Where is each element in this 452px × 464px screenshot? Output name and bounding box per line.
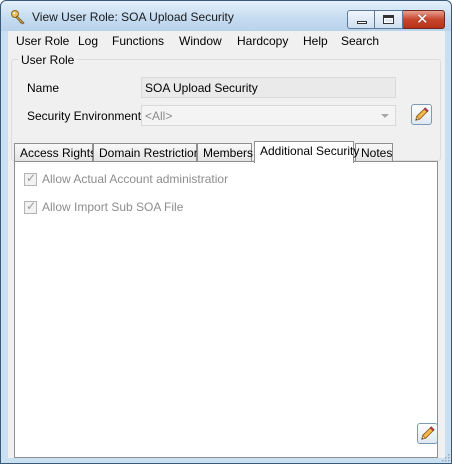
app-window: View User Role: SOA Upload Security ✕ Us… [0,0,452,464]
security-environment-value: <All> [145,109,173,123]
resize-grip-icon[interactable] [440,452,450,462]
name-field: SOA Upload Security [141,77,396,98]
minimize-icon [357,21,367,24]
pencil-icon [421,426,435,440]
key-pencil-icon [11,10,25,25]
minimize-button[interactable] [347,10,375,29]
menu-window[interactable]: Window [179,34,222,48]
security-environment-select[interactable]: <All> [141,105,396,126]
tab-access-rights[interactable]: Access Rights [14,143,96,162]
checkbox-label: Allow Actual Account administratior [42,172,229,186]
menu-hardcopy[interactable]: Hardcopy [237,34,288,48]
tab-notes[interactable]: Notes [355,143,393,162]
menu-bar: User Role Log Functions Window Hardcopy … [8,31,445,51]
tab-domain-restrictions[interactable]: Domain Restrictions [93,143,206,162]
edit-additional-security-button[interactable] [417,423,438,444]
close-icon: ✕ [416,10,429,28]
checkmark-icon: ✓ [26,171,37,185]
chevron-down-icon [381,114,389,118]
close-button[interactable]: ✕ [403,10,445,29]
additional-security-panel: ✓ Allow Actual Account administratior ✓ … [14,161,438,458]
allow-actual-account-admin-checkbox[interactable]: ✓ [24,171,37,186]
allow-import-sub-soa-file-checkbox[interactable]: ✓ [24,199,37,214]
checkbox-label: Allow Import Sub SOA File [42,200,184,214]
edit-security-environment-button[interactable] [411,104,432,125]
pencil-icon [415,107,429,121]
maximize-button[interactable] [375,10,403,29]
menu-user-role[interactable]: User Role [16,34,69,48]
menu-search[interactable]: Search [341,34,379,48]
group-label: User Role [18,53,78,67]
name-label: Name [27,81,60,95]
tab-members[interactable]: Members [197,143,253,162]
menu-log[interactable]: Log [78,34,98,48]
checkmark-icon: ✓ [26,199,37,213]
client-area: User Role Log Functions Window Hardcopy … [8,31,445,458]
menu-help[interactable]: Help [303,34,328,48]
tab-additional-security[interactable]: Additional Security [254,141,359,163]
title-bar[interactable]: View User Role: SOA Upload Security ✕ [1,1,451,31]
security-environment-label: Security Environment [27,109,142,123]
window-title: View User Role: SOA Upload Security [32,10,234,24]
menu-functions[interactable]: Functions [112,34,164,48]
maximize-icon [383,15,394,24]
